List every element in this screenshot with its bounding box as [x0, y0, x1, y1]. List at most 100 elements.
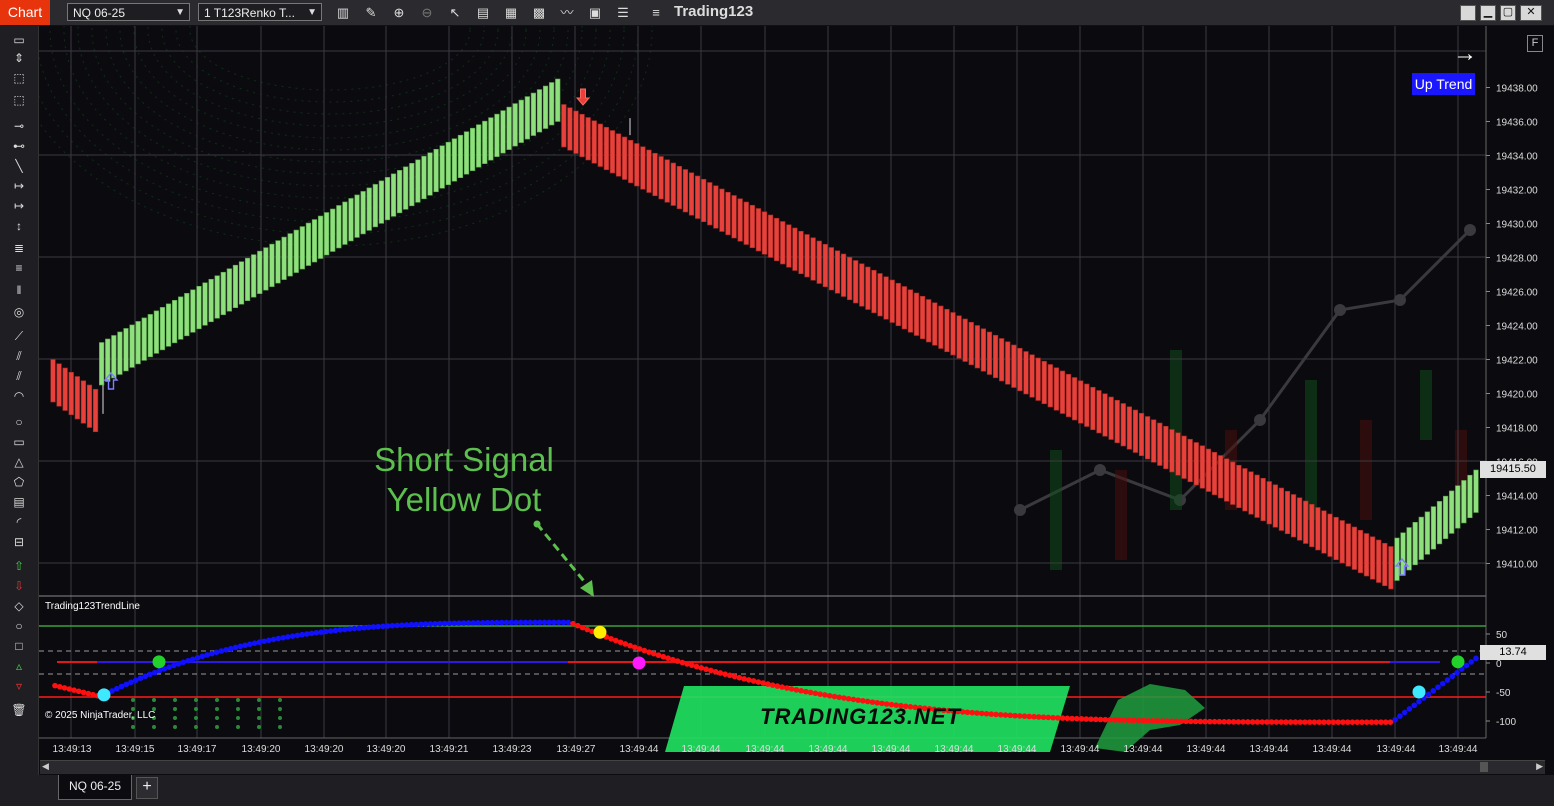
f-button[interactable]: F: [1527, 35, 1543, 52]
tab-bar: NQ 06-25 +: [0, 775, 1554, 806]
close-button[interactable]: ✕: [1520, 5, 1542, 21]
fibonacci-icon[interactable]: ≣: [10, 240, 28, 256]
horizontal-scrollbar[interactable]: ◀ ▶: [40, 760, 1545, 774]
region-icon[interactable]: ⬚: [10, 70, 28, 86]
strategies-icon[interactable]: ▩: [530, 4, 548, 21]
scroll-thumb[interactable]: [1480, 762, 1488, 772]
arc-icon[interactable]: ◜: [10, 514, 28, 530]
renko-bar-up: [409, 163, 415, 207]
time-axis-label: 13:49:44: [1377, 744, 1416, 755]
triangle-icon[interactable]: △: [10, 454, 28, 470]
decor-dot: [215, 698, 219, 702]
scroll-left-icon[interactable]: ◀: [42, 761, 49, 772]
trendline-dot-red: [997, 711, 1004, 718]
renko-bar-up: [482, 120, 488, 164]
diamond-icon[interactable]: ◇: [10, 598, 28, 614]
renko-bar-down: [1242, 468, 1248, 512]
bars-style-icon[interactable]: ▥: [334, 4, 352, 21]
renko-bar-down: [664, 159, 670, 203]
chart-window-label[interactable]: Chart: [0, 0, 50, 25]
renko-bar-down: [1266, 481, 1272, 525]
renko-bar-down: [1388, 546, 1394, 590]
risk-reward-icon[interactable]: ⊟: [10, 534, 28, 550]
renko-bar-down: [1260, 477, 1266, 522]
zoom-in-icon[interactable]: ⊕: [390, 4, 408, 21]
renko-bar-down: [62, 367, 68, 411]
bar-type-selector[interactable]: 1 T123Renko T... ▼: [198, 3, 322, 21]
regression-channel-icon[interactable]: ◠: [10, 388, 28, 404]
rectangle-select-icon[interactable]: ⬚: [10, 92, 28, 108]
scroll-right-icon[interactable]: ▶: [1536, 761, 1543, 772]
horizontal-line-icon[interactable]: ⊸: [10, 118, 28, 134]
restore-button[interactable]: ▁: [1480, 5, 1496, 21]
time-axis-label: 13:49:44: [1187, 744, 1226, 755]
time-axis-label: 13:49:44: [1124, 744, 1163, 755]
renko-bar-up: [470, 127, 476, 171]
renko-bar-up: [330, 208, 336, 252]
templates-icon[interactable]: ▦: [502, 4, 520, 21]
ruler-icon[interactable]: ▭: [10, 32, 28, 48]
long-signal-dot: [152, 655, 166, 669]
trend-channel-icon[interactable]: ⫽: [10, 368, 28, 384]
right-arrow-icon[interactable]: →: [1453, 40, 1477, 68]
trendline-dot-red: [983, 710, 990, 717]
time-zones-icon[interactable]: ‖: [10, 282, 28, 298]
renko-bar-up: [457, 134, 464, 179]
chart-panel[interactable]: 19438.00 19436.00 19434.00 19432.00 19430.00…: [39, 26, 1554, 760]
renko-bar-down: [767, 214, 774, 258]
triangle-up-icon[interactable]: ▵: [10, 658, 28, 674]
zoom-out-icon[interactable]: ⊖: [418, 4, 436, 21]
fib-circle-icon[interactable]: ◎: [10, 304, 28, 320]
trendline-dot-red: [61, 685, 68, 691]
pointer-icon[interactable]: ↖: [446, 4, 464, 21]
dot-icon[interactable]: ○: [10, 618, 28, 634]
drawing-tool-icon[interactable]: ✎: [362, 4, 380, 21]
instrument-selector[interactable]: NQ 06-25 ▼: [67, 3, 190, 21]
rectangle-icon[interactable]: ▭: [10, 434, 28, 450]
extended-line-icon[interactable]: ↦: [10, 178, 28, 194]
gann-fan-icon[interactable]: ⫽: [10, 348, 28, 364]
tab-nq-06-25[interactable]: NQ 06-25: [58, 775, 132, 800]
long-signal-dot: [1451, 655, 1465, 669]
line-icon[interactable]: ╲: [10, 158, 28, 174]
text-icon[interactable]: ▤: [10, 494, 28, 510]
maximize-button[interactable]: ▢: [1500, 5, 1516, 21]
fib-extension-icon[interactable]: ≡: [10, 260, 28, 276]
trendline-dot-blue: [351, 625, 358, 632]
ellipse-icon[interactable]: ○: [10, 414, 28, 430]
properties-icon[interactable]: ▣: [586, 4, 604, 21]
indicators-icon[interactable]: 〰: [558, 4, 576, 21]
trendline-dot-blue: [408, 621, 415, 628]
renko-bar-up: [232, 264, 239, 309]
andrews-pitchfork-icon[interactable]: ⟋: [10, 328, 28, 344]
menu-icon[interactable]: ≡: [647, 4, 665, 21]
vertical-ray-icon[interactable]: ↕: [10, 218, 28, 234]
polygon-icon[interactable]: ⬠: [10, 474, 28, 490]
minimize-button[interactable]: [1460, 5, 1476, 21]
renko-bar-up: [165, 303, 172, 347]
decor-dot: [173, 716, 177, 720]
arrow-down-icon[interactable]: ⇩: [10, 578, 28, 594]
trendline-dot-red: [665, 655, 671, 662]
arrow-up-icon[interactable]: ⇧: [10, 558, 28, 574]
trendline-dot-red: [736, 674, 743, 681]
arrow-line-icon[interactable]: ↦: [10, 198, 28, 214]
trendline-dot-red: [85, 690, 92, 697]
ray-icon[interactable]: ⊷: [10, 138, 28, 154]
data-box-icon[interactable]: ▤: [474, 4, 492, 21]
renko-bar-up: [390, 173, 397, 217]
vertical-line-icon[interactable]: ⇕: [10, 50, 28, 66]
triangle-down-icon[interactable]: ▿: [10, 678, 28, 694]
renko-bar-down: [688, 172, 695, 216]
square-icon[interactable]: □: [10, 638, 28, 654]
trash-icon[interactable]: 🗑: [10, 702, 28, 718]
add-tab-button[interactable]: +: [136, 777, 158, 799]
cross-up-dot: [97, 688, 111, 702]
list-icon[interactable]: ☰: [614, 4, 632, 21]
background-dot: [1334, 304, 1346, 316]
renko-bar-down: [932, 302, 938, 346]
renko-bar-up: [518, 99, 524, 143]
current-price-label: 19415.50: [1480, 461, 1546, 478]
renko-bar-down: [926, 299, 932, 343]
renko-bar-up: [378, 180, 384, 224]
